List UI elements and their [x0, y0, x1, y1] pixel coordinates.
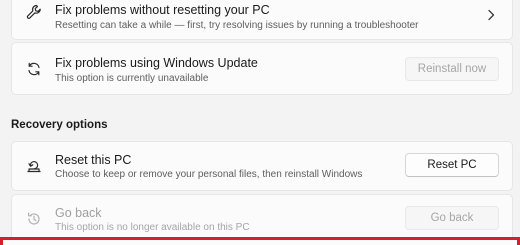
wrench-icon [25, 3, 43, 21]
windows-update-card: Fix problems using Windows Update This o… [11, 42, 513, 95]
go-back-description: This option is no longer available on th… [55, 222, 250, 233]
reinstall-now-button[interactable]: Reinstall now [405, 57, 499, 81]
section-heading-recovery-options: Recovery options [11, 119, 108, 131]
reset-pc-card: Reset this PC Choose to keep or remove y… [11, 141, 513, 191]
history-icon [25, 210, 43, 228]
windows-update-title: Fix problems using Windows Update [55, 56, 258, 70]
go-back-button[interactable]: Go back [405, 206, 499, 230]
recovery-settings-page: Fix problems without resetting your PC R… [0, 0, 520, 245]
refresh-icon [25, 60, 43, 78]
go-back-title: Go back [55, 206, 102, 220]
reset-pc-button[interactable]: Reset PC [405, 153, 499, 177]
troubleshoot-description: Resetting can take a while — first, try … [55, 20, 419, 31]
troubleshoot-card[interactable]: Fix problems without resetting your PC R… [11, 0, 513, 40]
reset-pc-icon [25, 158, 43, 176]
chevron-right-icon[interactable] [485, 8, 497, 22]
troubleshoot-title: Fix problems without resetting your PC [55, 3, 270, 17]
windows-update-description: This option is currently unavailable [55, 73, 209, 84]
reset-pc-description: Choose to keep or remove your personal f… [55, 169, 363, 180]
reset-pc-title: Reset this PC [55, 153, 132, 167]
highlighted-card-outline [0, 237, 520, 245]
